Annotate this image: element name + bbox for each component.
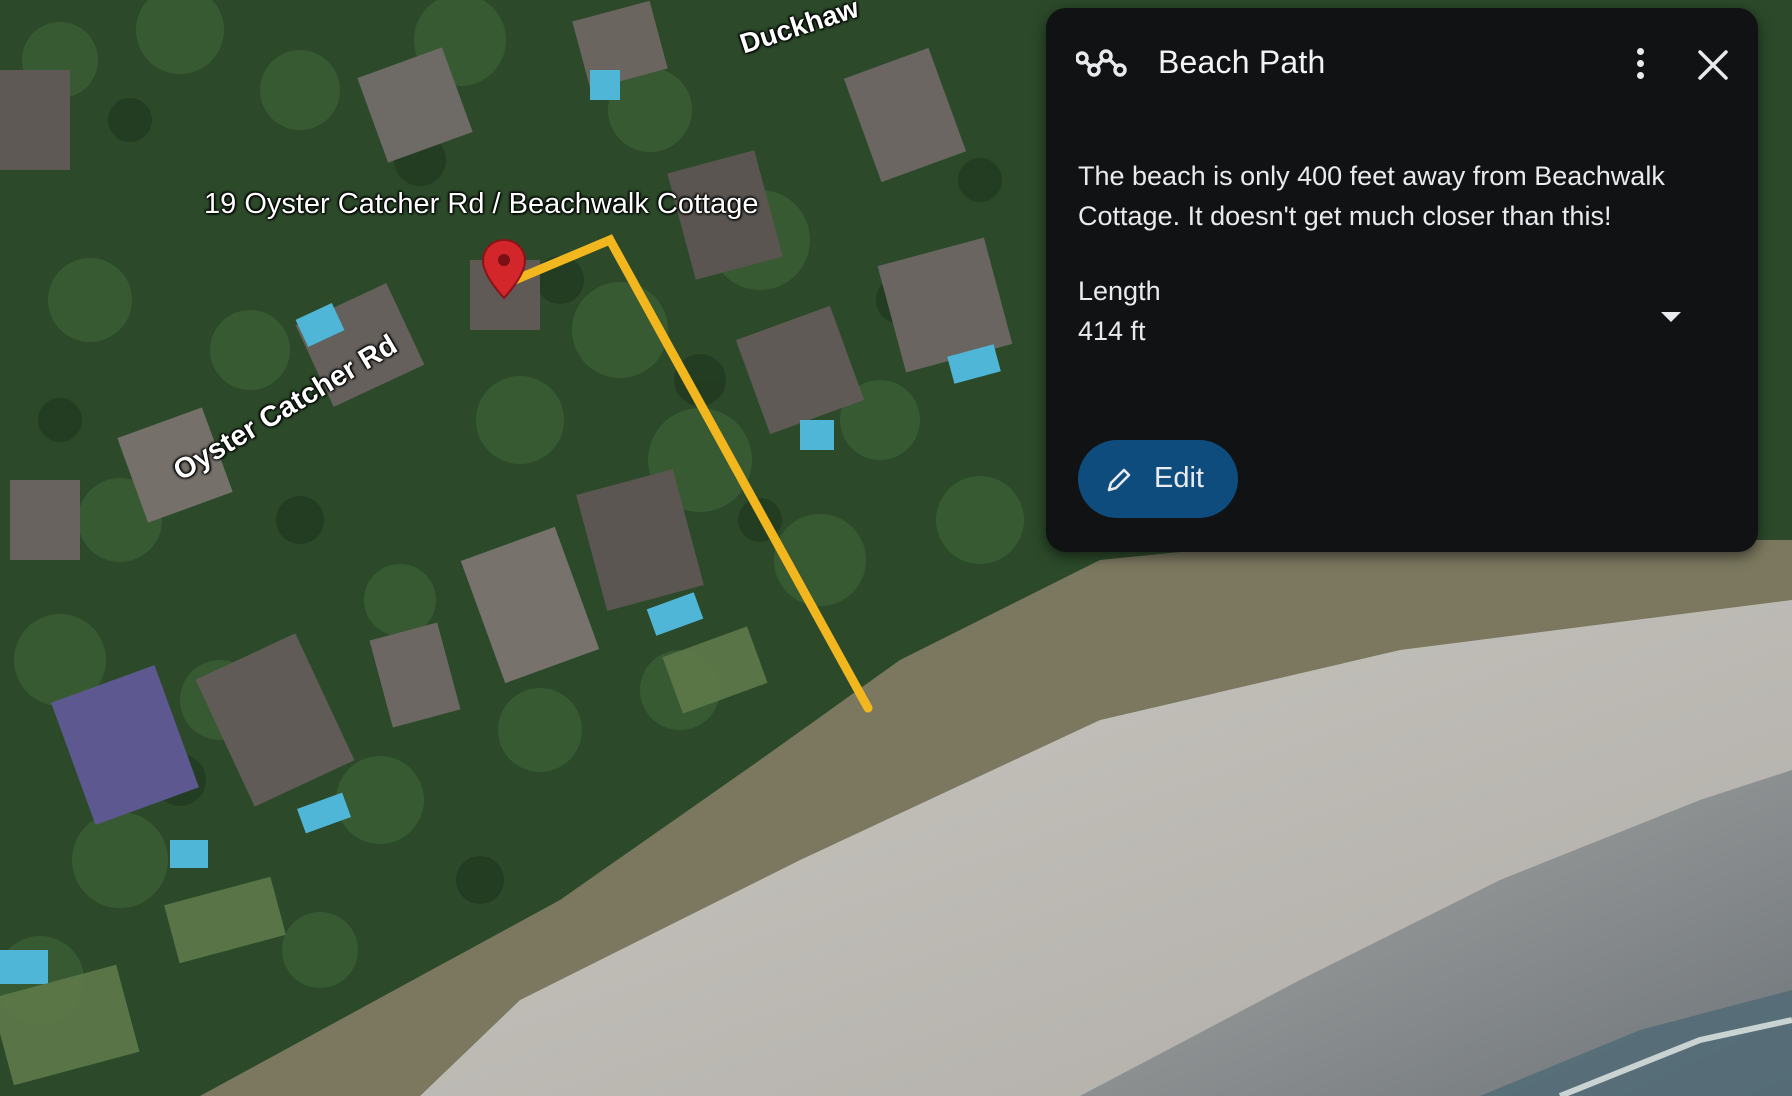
close-icon[interactable] [1694,46,1732,84]
edit-button[interactable]: Edit [1078,440,1238,518]
more-vert-icon[interactable] [1620,44,1660,84]
edit-label: Edit [1154,462,1204,494]
location-pin-icon[interactable] [480,238,528,300]
info-panel: Beach Path The beach is only 400 feet aw… [1046,8,1758,552]
route-icon [1076,49,1127,77]
arrow-drop-down-icon[interactable] [1650,296,1692,338]
length-label: Length [1078,276,1161,306]
panel-header: Beach Path [1046,8,1758,120]
pencil-icon [1107,468,1131,492]
place-label[interactable]: 19 Oyster Catcher Rd / Beachwalk Cottage [204,188,758,221]
length-value: 414 ft [1078,316,1146,346]
path-description: The beach is only 400 feet away from Bea… [1078,161,1665,231]
panel-title: Beach Path [1158,44,1326,80]
